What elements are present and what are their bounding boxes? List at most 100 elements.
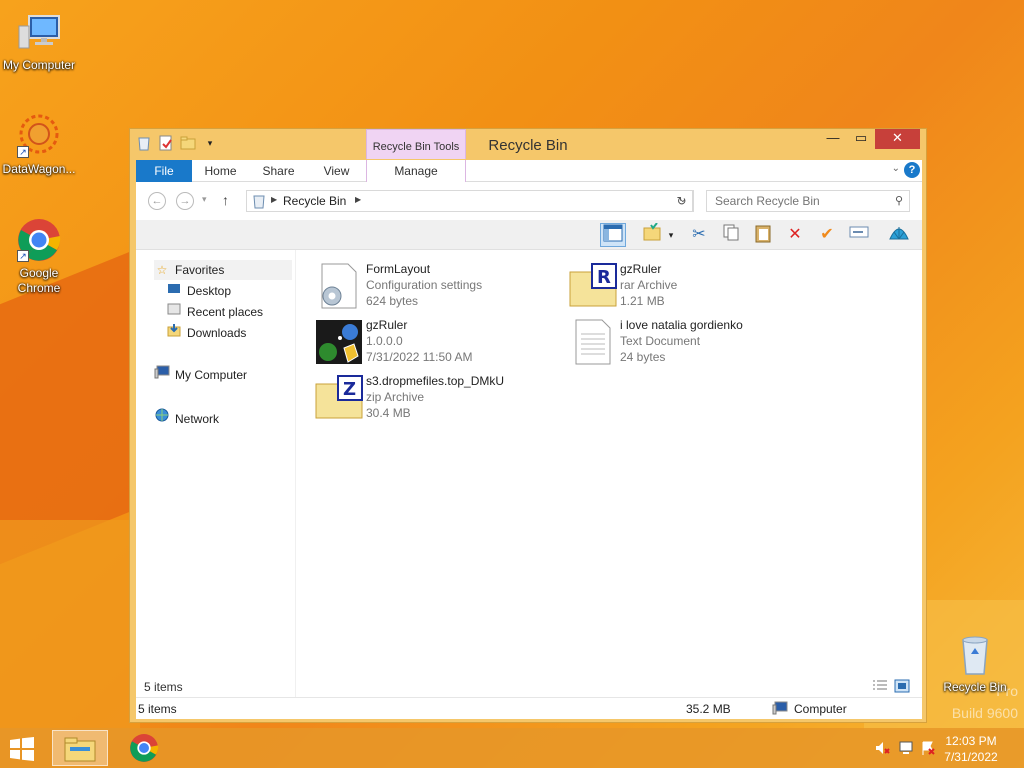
maximize-button[interactable]: ▭ (847, 129, 875, 149)
text-document-icon (568, 318, 618, 366)
computer-icon (772, 701, 788, 718)
select-checkmark-icon[interactable]: ✔ (814, 223, 840, 247)
volume-muted-icon[interactable] (874, 740, 890, 759)
view-switcher (872, 679, 910, 696)
shell-icon[interactable] (886, 223, 912, 247)
minimize-button[interactable]: — (819, 129, 847, 149)
computer-icon (154, 365, 170, 385)
computer-icon (15, 8, 63, 56)
folder-options-icon[interactable] (640, 222, 666, 247)
taskbar-file-explorer[interactable] (52, 730, 108, 766)
nav-label: Downloads (187, 326, 247, 340)
folder-options-dropdown-icon[interactable]: ▾ (664, 223, 678, 247)
recycle-bin-small-icon (251, 193, 267, 212)
nav-network[interactable]: Network (154, 407, 219, 427)
refresh-button[interactable]: ↻ (671, 190, 693, 212)
status-items: 5 items (138, 702, 177, 716)
chrome-icon (130, 734, 159, 762)
desktop-icon-label: My Computer (2, 58, 76, 72)
breadcrumb-chevron-icon[interactable]: ▶ (355, 195, 361, 204)
tab-manage[interactable]: Manage (366, 160, 466, 182)
address-row: ← → ▾ ↑ ▶ Recycle Bin ▶ ⌄ ↻ ⚲ (136, 182, 922, 220)
recent-locations-icon[interactable]: ▾ (202, 194, 207, 205)
close-button[interactable]: ✕ (875, 129, 920, 149)
network-status-icon[interactable] (898, 740, 914, 759)
taskbar: 12:03 PM 7/31/2022 (0, 728, 1024, 768)
title-bar[interactable]: ▾ Recycle Bin Tools Recycle Bin — ▭ ✕ (130, 129, 926, 159)
nav-label: Desktop (187, 284, 232, 298)
window-title: Recycle Bin (488, 137, 568, 154)
back-button[interactable]: ← (148, 192, 166, 210)
paste-icon[interactable] (750, 223, 776, 247)
nav-label: Favorites (175, 263, 225, 277)
file-item[interactable]: FormLayout Configuration settings 624 by… (314, 260, 564, 312)
breadcrumb-recycle-bin[interactable]: Recycle Bin (283, 194, 346, 208)
tab-view[interactable]: View (314, 160, 359, 182)
nav-desktop[interactable]: Desktop (166, 281, 231, 301)
file-item[interactable]: gzRuler 1.0.0.0 7/31/2022 11:50 AM (314, 316, 564, 368)
command-toolbar: ▾ ✂ ✕ ✔ (136, 220, 922, 250)
desktop-icon-google-chrome[interactable]: ↗ Google Chrome (0, 216, 78, 296)
ribbon-tabs: File Home Share View Manage ⌄ ? (136, 160, 922, 212)
zip-archive-icon: Z (314, 374, 364, 422)
recycle-bin-icon (951, 630, 999, 678)
navigation-pane: ☆ Favorites Desktop Recent places Downloa… (136, 250, 296, 697)
wallpaper-shape (0, 520, 140, 740)
breadcrumb-chevron-icon[interactable]: ▶ (271, 195, 277, 204)
tab-home[interactable]: Home (198, 160, 243, 182)
tab-share[interactable]: Share (256, 160, 301, 182)
file-date: 7/31/2022 11:50 AM (366, 350, 473, 364)
status-location: Computer (794, 702, 847, 716)
file-size: 624 bytes (366, 294, 419, 308)
file-type: rar Archive (620, 278, 678, 292)
file-name: gzRuler (620, 262, 662, 276)
file-type: Text Document (620, 334, 701, 348)
svg-text:Z: Z (343, 379, 356, 400)
clock-date: 7/31/2022 (944, 750, 998, 764)
file-type: Configuration settings (366, 278, 483, 292)
action-center-flag-icon[interactable] (920, 740, 936, 759)
file-item[interactable]: i love natalia gordienko Text Document 2… (568, 316, 818, 368)
delete-icon[interactable]: ✕ (782, 223, 808, 247)
items-count: 5 items (144, 680, 183, 694)
desktop-icon-my-computer[interactable]: My Computer (0, 8, 78, 73)
file-item[interactable]: R gzRuler rar Archive 1.21 MB (568, 260, 818, 312)
large-icons-view-icon[interactable] (894, 679, 910, 696)
nav-recent-places[interactable]: Recent places (166, 302, 263, 322)
address-bar[interactable]: ▶ Recycle Bin ▶ ⌄ (246, 190, 694, 212)
datawagon-icon: ↗ (15, 112, 63, 160)
copy-icon[interactable] (718, 223, 744, 247)
file-type: zip Archive (366, 390, 425, 404)
clock-time: 12:03 PM (945, 734, 997, 748)
file-size: 1.21 MB (620, 294, 665, 308)
cut-icon[interactable]: ✂ (686, 223, 712, 247)
watermark-build: Build 9600 (951, 705, 1018, 721)
file-item[interactable]: Z s3.dropmefiles.top_DMkU zip Archive 30… (314, 372, 564, 424)
layout-pane-icon[interactable] (600, 223, 626, 247)
nav-downloads[interactable]: Downloads (166, 323, 246, 343)
desktop-icon-datawagon[interactable]: ↗ DataWagon... (0, 112, 78, 177)
search-input[interactable] (707, 191, 877, 211)
file-name: gzRuler (366, 318, 408, 332)
file-name: s3.dropmefiles.top_DMkU (366, 374, 505, 388)
desktop-icon-recycle-bin[interactable]: Recycle Bin (936, 630, 1014, 695)
window-controls: — ▭ ✕ (819, 129, 920, 149)
search-icon[interactable]: ⚲ (895, 194, 903, 207)
taskbar-chrome[interactable] (116, 730, 172, 766)
details-view-icon[interactable] (872, 679, 888, 696)
explorer-window: ▾ Recycle Bin Tools Recycle Bin — ▭ ✕ Fi… (129, 128, 927, 723)
help-icon[interactable]: ? (904, 162, 920, 178)
recent-places-icon (166, 302, 182, 322)
up-button[interactable]: ↑ (222, 192, 229, 208)
windows-logo-icon (10, 737, 34, 761)
nav-favorites[interactable]: ☆ Favorites (154, 260, 292, 280)
start-button[interactable] (8, 736, 38, 762)
app-installer-icon (314, 318, 364, 366)
forward-button[interactable]: → (176, 192, 194, 210)
nav-label: Network (175, 412, 220, 426)
ribbon-expand-icon[interactable]: ⌄ (892, 163, 900, 174)
clock[interactable]: 12:03 PM 7/31/2022 (936, 733, 1006, 765)
rename-icon[interactable] (846, 223, 872, 247)
star-icon: ☆ (156, 263, 168, 277)
nav-my-computer[interactable]: My Computer (154, 365, 247, 385)
